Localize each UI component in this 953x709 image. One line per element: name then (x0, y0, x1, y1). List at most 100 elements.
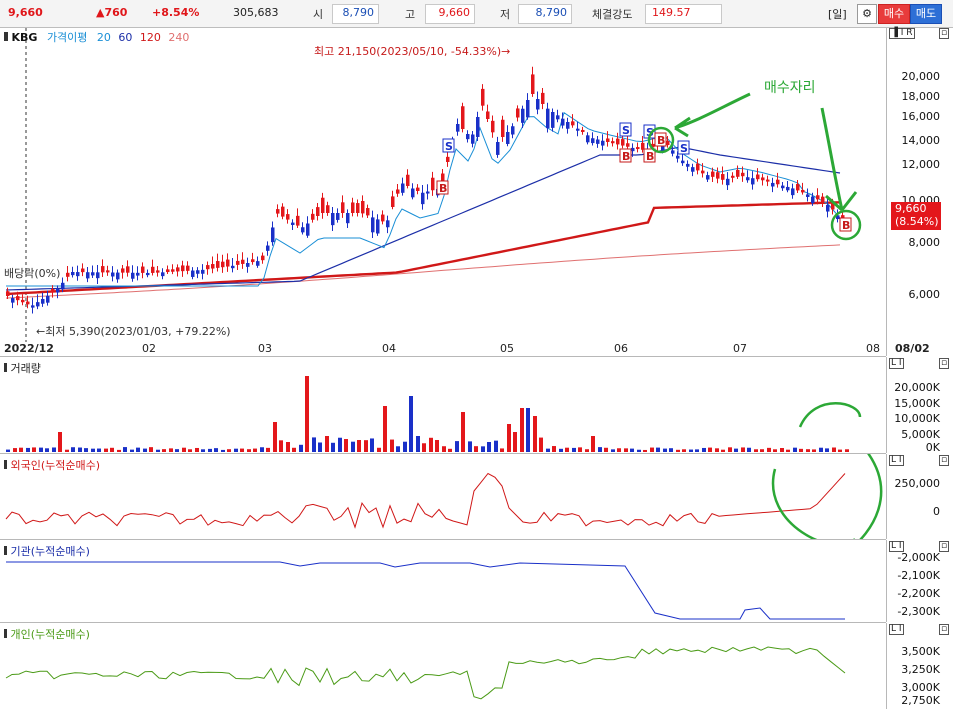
current-pct-tag-value: (8.54%) (895, 215, 939, 228)
strength-box: 149.57 (645, 4, 722, 24)
volume-bar (780, 448, 784, 452)
y-tick-label: 3,250K (901, 663, 940, 676)
volume-panel[interactable]: 거래량 (0, 357, 886, 454)
buy-button[interactable]: 매수 (878, 4, 910, 24)
volume-bar (396, 446, 400, 452)
high-price-note: 최고 21,150(2023/05/10, -54.33%)→ (314, 45, 511, 58)
candle-body (471, 134, 475, 144)
volume-bar (247, 449, 251, 452)
symbol-label: KBG (11, 31, 38, 44)
volume-bar (429, 437, 433, 452)
volume-bar (721, 449, 725, 452)
volume-bar (292, 447, 296, 452)
y-tick-label: 6,000 (908, 288, 941, 301)
candle-body (261, 255, 265, 261)
institution-chart-canvas[interactable] (0, 540, 886, 622)
volume-chart-canvas[interactable] (0, 357, 886, 453)
settings-button[interactable]: ⚙ (857, 4, 877, 24)
volume-bar (26, 447, 30, 452)
annotation-curve (798, 402, 862, 428)
candle-body (546, 108, 550, 129)
volume-bar (793, 447, 797, 452)
candle-body (761, 177, 765, 181)
volume-bar (279, 440, 283, 452)
high-box: 9,660 (425, 4, 475, 24)
volume-bar (435, 440, 439, 452)
volume-bar (487, 442, 491, 452)
retail-panel[interactable]: 개인(누적순매수) (0, 623, 886, 709)
legend-marker-icon (4, 32, 8, 41)
volume-bar (786, 449, 790, 452)
volume-bar (559, 448, 563, 452)
volume-bar (728, 447, 732, 452)
legend-marker-icon (4, 363, 7, 372)
candle-body (301, 227, 305, 233)
candle-body (446, 156, 450, 162)
current-price-tag: 9,660 (8.54%) (891, 202, 941, 230)
sell-button[interactable]: 매도 (910, 4, 942, 24)
candle-body (551, 112, 555, 128)
volume-bar (175, 449, 179, 452)
candle-body (746, 177, 750, 181)
candle-body (406, 174, 410, 186)
price-chart-canvas[interactable]: SBSBSBBSB (0, 28, 886, 342)
candle-body (171, 269, 175, 272)
y-tick-label: 2,750K (901, 694, 940, 707)
institution-axis: L I ▫ -2,000K -2,100K -2,200K -2,300K (886, 540, 953, 622)
candle-body (801, 189, 805, 193)
foreign-panel[interactable]: 외국인(누적순매수) (0, 454, 886, 540)
volume-bar (845, 449, 849, 452)
candle-body (161, 272, 165, 277)
price-chart-panel[interactable]: SBSBSBBSB KBG 가격이평 20 60 120 240 최고 21,1… (0, 28, 886, 343)
candle-body (231, 265, 235, 269)
volume-bar (45, 448, 49, 452)
signal-letter: S (680, 142, 688, 155)
candle-body (141, 266, 145, 273)
volume-bar (448, 448, 452, 452)
volume-bar (318, 442, 322, 452)
candle-body (756, 174, 760, 180)
candle-body (131, 272, 135, 279)
candle-body (291, 222, 295, 225)
candle-body (201, 269, 205, 274)
foreign-chart-canvas[interactable] (0, 454, 886, 539)
candle-body (186, 265, 190, 271)
candle-body (636, 147, 640, 150)
panel-corner-icon-2: ▫ (939, 358, 950, 369)
candle-body (181, 265, 185, 272)
volume-bar (52, 447, 56, 452)
legend-marker-icon (4, 629, 7, 638)
candle-body (276, 209, 280, 214)
volume-bar (702, 447, 706, 452)
volume-bar (819, 447, 823, 452)
x-axis-label: 03 (258, 342, 272, 355)
volume-bar (650, 447, 654, 452)
candle-body (501, 119, 505, 137)
volume-bar (91, 448, 95, 452)
panel-corner-icon: L I (889, 455, 904, 466)
volume-bar (214, 448, 218, 452)
volume-bar (767, 447, 771, 452)
panel-corner-icon: L I (889, 358, 904, 369)
candle-body (811, 196, 815, 204)
volume-bar (78, 447, 82, 452)
candle-body (726, 178, 730, 186)
volume-bar (461, 412, 465, 452)
panel-corner-icon-2: ▫ (939, 28, 950, 39)
ma-legend-label: 가격이평 (46, 31, 88, 44)
y-tick-label: 3,500K (901, 645, 940, 658)
y-tick-label: -2,200K (897, 587, 940, 600)
volume-bar (734, 448, 738, 452)
institution-panel[interactable]: 기관(누적순매수) (0, 540, 886, 623)
change-percent: +8.54% (152, 6, 200, 19)
retail-chart-canvas[interactable] (0, 623, 886, 709)
x-axis-label: 04 (382, 342, 396, 355)
legend-marker-icon (4, 546, 7, 555)
candle-body (136, 272, 140, 276)
period-button[interactable]: [일] (828, 6, 847, 22)
candle-body (461, 106, 465, 129)
annotation-arrow-2 (820, 107, 858, 212)
volume-axis: L I ▫ 20,000K 15,000K 10,000K 5,000K 0K (886, 357, 953, 454)
y-tick-label: 16,000 (901, 110, 941, 123)
volume-bar (71, 447, 75, 452)
